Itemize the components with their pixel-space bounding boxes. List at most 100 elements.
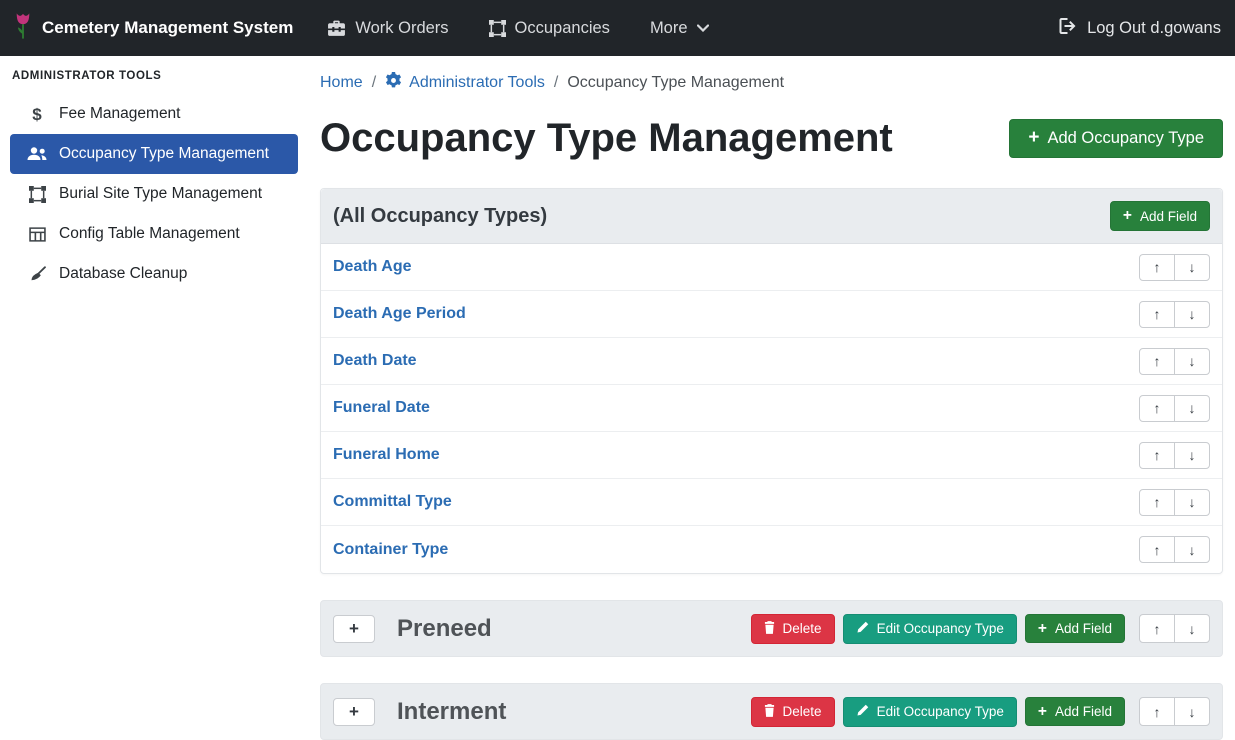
field-link[interactable]: Committal Type xyxy=(333,493,452,511)
arrow-down-icon: ↓ xyxy=(1189,353,1196,369)
add-field-label: Add Field xyxy=(1055,621,1112,636)
add-field-button[interactable]: + Add Field xyxy=(1110,201,1210,231)
sidebar-item-label: Occupancy Type Management xyxy=(59,145,269,163)
arrow-down-icon: ↓ xyxy=(1189,447,1196,463)
field-link[interactable]: Container Type xyxy=(333,541,448,559)
field-row: Death Date ↑ ↓ xyxy=(321,338,1222,385)
nav-work-orders-label: Work Orders xyxy=(355,19,448,38)
move-up-button[interactable]: ↑ xyxy=(1139,348,1175,375)
breadcrumb-home-link[interactable]: Home xyxy=(320,74,363,92)
main-content: Home / Administrator Tools / Occupancy T… xyxy=(308,56,1235,738)
trash-icon xyxy=(764,621,775,637)
field-link[interactable]: Death Age Period xyxy=(333,305,466,323)
field-link[interactable]: Death Date xyxy=(333,352,417,370)
move-up-button[interactable]: ↑ xyxy=(1139,614,1175,643)
reorder-buttons: ↑ ↓ xyxy=(1139,254,1210,281)
move-up-button[interactable]: ↑ xyxy=(1139,254,1175,281)
page-title: Occupancy Type Management xyxy=(320,116,893,160)
reorder-buttons: ↑ ↓ xyxy=(1139,442,1210,469)
move-down-button[interactable]: ↓ xyxy=(1174,697,1210,726)
delete-button[interactable]: Delete xyxy=(751,697,835,727)
sidebar-item-label: Burial Site Type Management xyxy=(59,185,262,203)
sidebar-item-fee-management[interactable]: $ Fee Management xyxy=(0,94,308,134)
users-icon xyxy=(26,147,48,161)
field-link[interactable]: Death Age xyxy=(333,258,412,276)
move-down-button[interactable]: ↓ xyxy=(1174,348,1210,375)
section-title: Interment xyxy=(397,698,506,726)
move-up-button[interactable]: ↑ xyxy=(1139,301,1175,328)
field-row: Container Type ↑ ↓ xyxy=(321,526,1222,573)
pencil-icon xyxy=(856,704,869,720)
add-field-button[interactable]: + Add Field xyxy=(1025,614,1125,644)
move-down-button[interactable]: ↓ xyxy=(1174,536,1210,563)
move-up-button[interactable]: ↑ xyxy=(1139,536,1175,563)
expand-section-button[interactable]: + xyxy=(333,615,375,643)
field-link[interactable]: Funeral Home xyxy=(333,446,440,464)
occupancy-type-section-preneed: + Preneed Delete Edit Occupancy Type xyxy=(320,600,1223,657)
sidebar-item-occupancy-type-management[interactable]: Occupancy Type Management xyxy=(10,134,298,174)
breadcrumb-admin-tools-link[interactable]: Administrator Tools xyxy=(385,72,545,94)
arrow-down-icon: ↓ xyxy=(1189,621,1196,637)
field-row: Funeral Date ↑ ↓ xyxy=(321,385,1222,432)
add-field-button[interactable]: + Add Field xyxy=(1025,697,1125,727)
card-header: (All Occupancy Types) + Add Field xyxy=(321,189,1222,244)
arrow-up-icon: ↑ xyxy=(1154,400,1161,416)
arrow-up-icon: ↑ xyxy=(1154,542,1161,558)
app-title: Cemetery Management System xyxy=(42,18,293,38)
vector-square-icon xyxy=(26,186,48,203)
move-down-button[interactable]: ↓ xyxy=(1174,489,1210,516)
sidebar-item-database-cleanup[interactable]: Database Cleanup xyxy=(0,254,308,294)
move-up-button[interactable]: ↑ xyxy=(1139,442,1175,469)
sidebar-item-burial-site-type-management[interactable]: Burial Site Type Management xyxy=(0,174,308,214)
breadcrumb-separator: / xyxy=(372,74,376,92)
add-field-label: Add Field xyxy=(1140,209,1197,224)
broom-icon xyxy=(26,266,48,282)
arrow-up-icon: ↑ xyxy=(1154,306,1161,322)
sidebar-item-label: Fee Management xyxy=(59,105,181,123)
breadcrumb-admin-tools-label: Administrator Tools xyxy=(409,74,545,92)
edit-occupancy-type-button[interactable]: Edit Occupancy Type xyxy=(843,614,1017,644)
arrow-up-icon: ↑ xyxy=(1154,447,1161,463)
reorder-buttons: ↑ ↓ xyxy=(1139,489,1210,516)
field-row: Committal Type ↑ ↓ xyxy=(321,479,1222,526)
plus-icon: + xyxy=(349,619,359,639)
arrow-up-icon: ↑ xyxy=(1154,259,1161,275)
plus-icon: + xyxy=(1028,129,1039,148)
move-down-button[interactable]: ↓ xyxy=(1174,395,1210,422)
top-navbar: Cemetery Management System Work Orders xyxy=(0,0,1235,56)
edit-occupancy-type-button[interactable]: Edit Occupancy Type xyxy=(843,697,1017,727)
move-down-button[interactable]: ↓ xyxy=(1174,301,1210,328)
nav-more[interactable]: More xyxy=(650,19,709,38)
nav-work-orders[interactable]: Work Orders xyxy=(327,19,448,38)
trash-icon xyxy=(764,704,775,720)
move-down-button[interactable]: ↓ xyxy=(1174,254,1210,281)
app-brand[interactable]: Cemetery Management System xyxy=(14,12,293,45)
expand-section-button[interactable]: + xyxy=(333,698,375,726)
sidebar: ADMINISTRATOR TOOLS $ Fee Management Occ… xyxy=(0,56,308,738)
edit-occupancy-type-label: Edit Occupancy Type xyxy=(877,704,1004,719)
move-up-button[interactable]: ↑ xyxy=(1139,697,1175,726)
field-row: Funeral Home ↑ ↓ xyxy=(321,432,1222,479)
add-occupancy-type-button[interactable]: + Add Occupancy Type xyxy=(1009,119,1223,158)
move-down-button[interactable]: ↓ xyxy=(1174,442,1210,469)
delete-label: Delete xyxy=(783,704,822,719)
reorder-buttons: ↑ ↓ xyxy=(1139,536,1210,563)
move-up-button[interactable]: ↑ xyxy=(1139,395,1175,422)
field-link[interactable]: Funeral Date xyxy=(333,399,430,417)
dollar-icon: $ xyxy=(26,106,48,123)
edit-occupancy-type-label: Edit Occupancy Type xyxy=(877,621,1004,636)
sidebar-item-config-table-management[interactable]: Config Table Management xyxy=(0,214,308,254)
nav-occupancies[interactable]: Occupancies xyxy=(489,19,610,38)
move-down-button[interactable]: ↓ xyxy=(1174,614,1210,643)
arrow-up-icon: ↑ xyxy=(1154,621,1161,637)
arrow-down-icon: ↓ xyxy=(1189,259,1196,275)
arrow-down-icon: ↓ xyxy=(1189,704,1196,720)
logout-button[interactable]: Log Out d.gowans xyxy=(1059,18,1221,39)
nav-more-label: More xyxy=(650,19,688,38)
arrow-down-icon: ↓ xyxy=(1189,494,1196,510)
arrow-down-icon: ↓ xyxy=(1189,400,1196,416)
logout-icon xyxy=(1059,18,1078,39)
add-occupancy-type-label: Add Occupancy Type xyxy=(1047,129,1204,148)
move-up-button[interactable]: ↑ xyxy=(1139,489,1175,516)
delete-button[interactable]: Delete xyxy=(751,614,835,644)
